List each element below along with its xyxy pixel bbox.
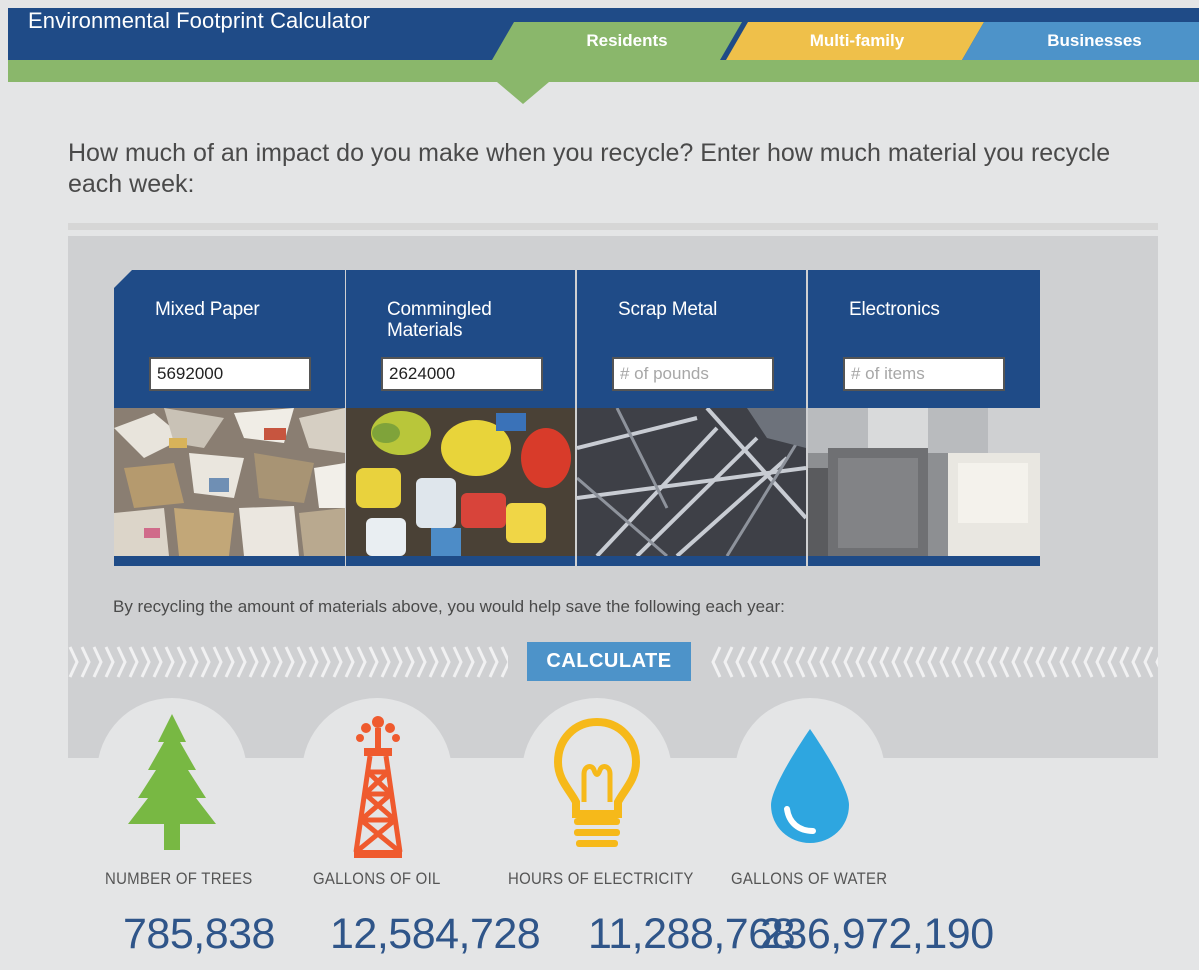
active-tab-pointer: [497, 82, 549, 104]
section-divider: [68, 223, 1158, 230]
material-card-electronics: Electronics: [808, 270, 1040, 566]
material-label-scrap-metal: Scrap Metal: [618, 299, 718, 320]
water-drop-icon: [767, 727, 853, 850]
result-label-trees: NUMBER OF TREES: [105, 869, 253, 888]
chevron-decoration-right: [710, 645, 1158, 679]
tab-multi-family-label: Multi-family: [809, 31, 905, 50]
result-label-oil: GALLONS OF OIL: [313, 869, 441, 888]
result-value-oil: 12,584,728: [330, 910, 541, 958]
material-card-mixed-paper: Mixed Paper: [114, 270, 345, 566]
light-bulb-icon: [553, 717, 641, 859]
tab-multi-family[interactable]: Multi-family: [726, 22, 984, 60]
calculate-button[interactable]: CALCULATE: [527, 642, 691, 681]
material-label-mixed-paper: Mixed Paper: [155, 299, 260, 320]
mixed-paper-photo: [114, 408, 345, 556]
scrap-metal-photo: [577, 408, 806, 556]
tab-businesses[interactable]: Businesses: [962, 22, 1199, 60]
oil-derrick-icon: [346, 712, 410, 863]
tab-businesses-label: Businesses: [1047, 31, 1142, 50]
result-value-water: 236,972,190: [760, 910, 994, 958]
result-value-trees: 785,838: [123, 910, 275, 958]
tab-residents[interactable]: Residents: [492, 22, 742, 60]
electronics-input[interactable]: [843, 357, 1005, 391]
result-label-water: GALLONS OF WATER: [731, 869, 888, 888]
scrap-metal-input[interactable]: [612, 357, 774, 391]
intro-question: How much of an impact do you make when y…: [68, 139, 1111, 198]
electronics-photo: [808, 408, 1040, 556]
material-card-commingled: Commingled Materials: [346, 270, 575, 566]
material-footer-bar: [114, 556, 345, 566]
savings-note: By recycling the amount of materials abo…: [113, 597, 785, 616]
material-footer-bar: [577, 556, 806, 566]
commingled-input[interactable]: [381, 357, 543, 391]
material-footer-bar: [808, 556, 1040, 566]
result-label-electricity: HOURS OF ELECTRICITY: [508, 869, 694, 888]
material-label-electronics: Electronics: [849, 299, 940, 320]
material-footer-bar: [346, 556, 575, 566]
tree-icon: [122, 712, 222, 857]
commingled-photo: [346, 408, 575, 556]
app-title: Environmental Footprint Calculator: [28, 8, 371, 33]
chevron-decoration-left: [68, 645, 508, 679]
tab-accent-band: [8, 60, 1199, 82]
mixed-paper-input[interactable]: [149, 357, 311, 391]
material-label-commingled: Commingled Materials: [387, 299, 492, 341]
tab-residents-label: Residents: [586, 31, 668, 50]
material-card-scrap-metal: Scrap Metal: [577, 270, 806, 566]
